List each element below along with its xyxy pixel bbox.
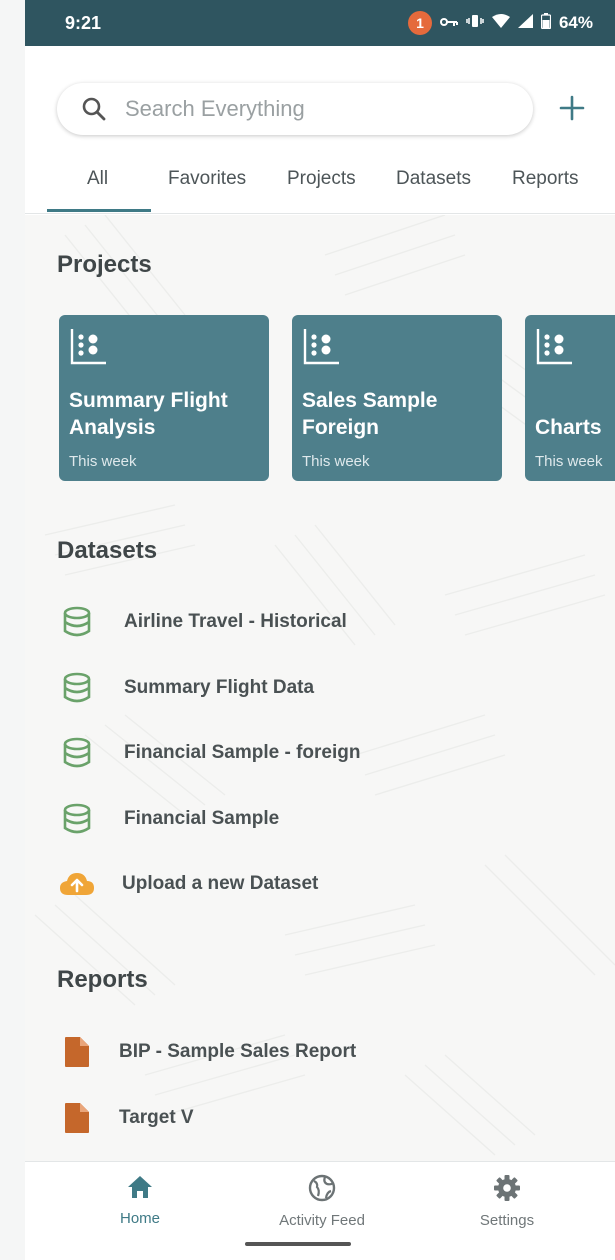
project-card-title: Summary Flight Analysis	[69, 389, 228, 439]
report-file-icon	[57, 1037, 97, 1067]
tab-all[interactable]: All	[87, 168, 108, 190]
project-chart-icon	[70, 329, 106, 365]
dataset-item[interactable]: Summary Flight Data	[57, 666, 597, 710]
dataset-item[interactable]: Financial Sample	[57, 797, 597, 841]
upload-dataset-label: Upload a new Dataset	[122, 873, 319, 894]
dataset-label: Financial Sample	[124, 808, 280, 829]
battery-percentage: 64%	[558, 13, 593, 32]
status-bar: 9:21 1 64%	[25, 0, 615, 46]
project-chart-icon	[536, 329, 572, 365]
nav-settings-label: Settings	[479, 1212, 535, 1229]
nav-home[interactable]: Home	[70, 1174, 210, 1227]
notification-badge: 1	[407, 11, 432, 35]
report-label: BIP - Sample Sales Report	[119, 1041, 357, 1062]
project-card-title: Charts	[535, 416, 602, 439]
status-indicators: 1 64%	[407, 11, 593, 35]
reports-section-title: Reports	[57, 966, 148, 993]
status-time: 9:21	[65, 13, 102, 33]
project-chart-icon	[303, 329, 339, 365]
project-card[interactable]: Summary Flight Analysis This week	[59, 315, 269, 481]
vpn-key-icon	[439, 15, 458, 32]
dataset-label: Summary Flight Data	[124, 677, 315, 698]
database-icon	[57, 672, 97, 704]
add-button[interactable]	[554, 90, 590, 126]
globe-icon	[308, 1174, 336, 1202]
projects-section-title: Projects	[57, 251, 152, 278]
tab-reports[interactable]: Reports	[512, 168, 579, 190]
tab-favorites[interactable]: Favorites	[168, 168, 246, 190]
filter-tabs: All Favorites Projects Datasets Reports	[25, 160, 615, 214]
nav-home-label: Home	[119, 1210, 160, 1227]
report-label: Target V	[119, 1107, 194, 1128]
search-bar[interactable]	[57, 83, 533, 135]
project-card[interactable]: Sales Sample Foreign This week	[292, 315, 502, 481]
project-card[interactable]: Charts This week	[525, 315, 615, 481]
left-gutter	[0, 0, 25, 1260]
database-icon	[57, 606, 97, 638]
gear-icon	[494, 1175, 520, 1201]
project-card-title: Sales Sample Foreign	[302, 389, 438, 439]
plus-icon	[559, 95, 585, 121]
database-icon	[57, 803, 97, 835]
phone-screen: 9:21 1 64% Search Everything All Favorit…	[25, 0, 615, 1260]
project-card-date: This week	[302, 453, 370, 470]
battery-icon	[540, 13, 552, 33]
gesture-home-indicator[interactable]	[245, 1242, 351, 1246]
nav-settings[interactable]: Settings	[437, 1174, 577, 1229]
database-icon	[57, 737, 97, 769]
cloud-upload-icon	[57, 871, 97, 897]
home-content: Projects Summary Flight Analysis This we…	[25, 215, 615, 1161]
vibrate-icon	[466, 14, 484, 32]
dataset-item[interactable]: Financial Sample - foreign	[57, 731, 597, 775]
home-icon	[128, 1176, 152, 1198]
report-file-icon	[57, 1103, 97, 1133]
cell-signal-icon	[517, 14, 533, 32]
project-card-date: This week	[535, 453, 603, 470]
dataset-item[interactable]: Airline Travel - Historical	[57, 600, 597, 644]
report-item[interactable]: Target V	[57, 1096, 597, 1140]
tab-projects[interactable]: Projects	[287, 168, 356, 190]
nav-activity-feed[interactable]: Activity Feed	[252, 1174, 392, 1229]
upload-dataset-button[interactable]: Upload a new Dataset	[57, 862, 597, 906]
nav-activity-feed-label: Activity Feed	[279, 1212, 365, 1229]
search-input[interactable]	[125, 96, 485, 122]
tab-datasets[interactable]: Datasets	[396, 168, 471, 190]
dataset-label: Financial Sample - foreign	[124, 742, 361, 763]
datasets-section-title: Datasets	[57, 537, 158, 564]
dataset-label: Airline Travel - Historical	[124, 611, 347, 632]
report-item[interactable]: BIP - Sample Sales Report	[57, 1030, 597, 1074]
project-card-date: This week	[69, 453, 137, 470]
search-icon	[82, 97, 106, 121]
active-tab-indicator	[47, 209, 151, 212]
wifi-icon	[491, 14, 510, 32]
